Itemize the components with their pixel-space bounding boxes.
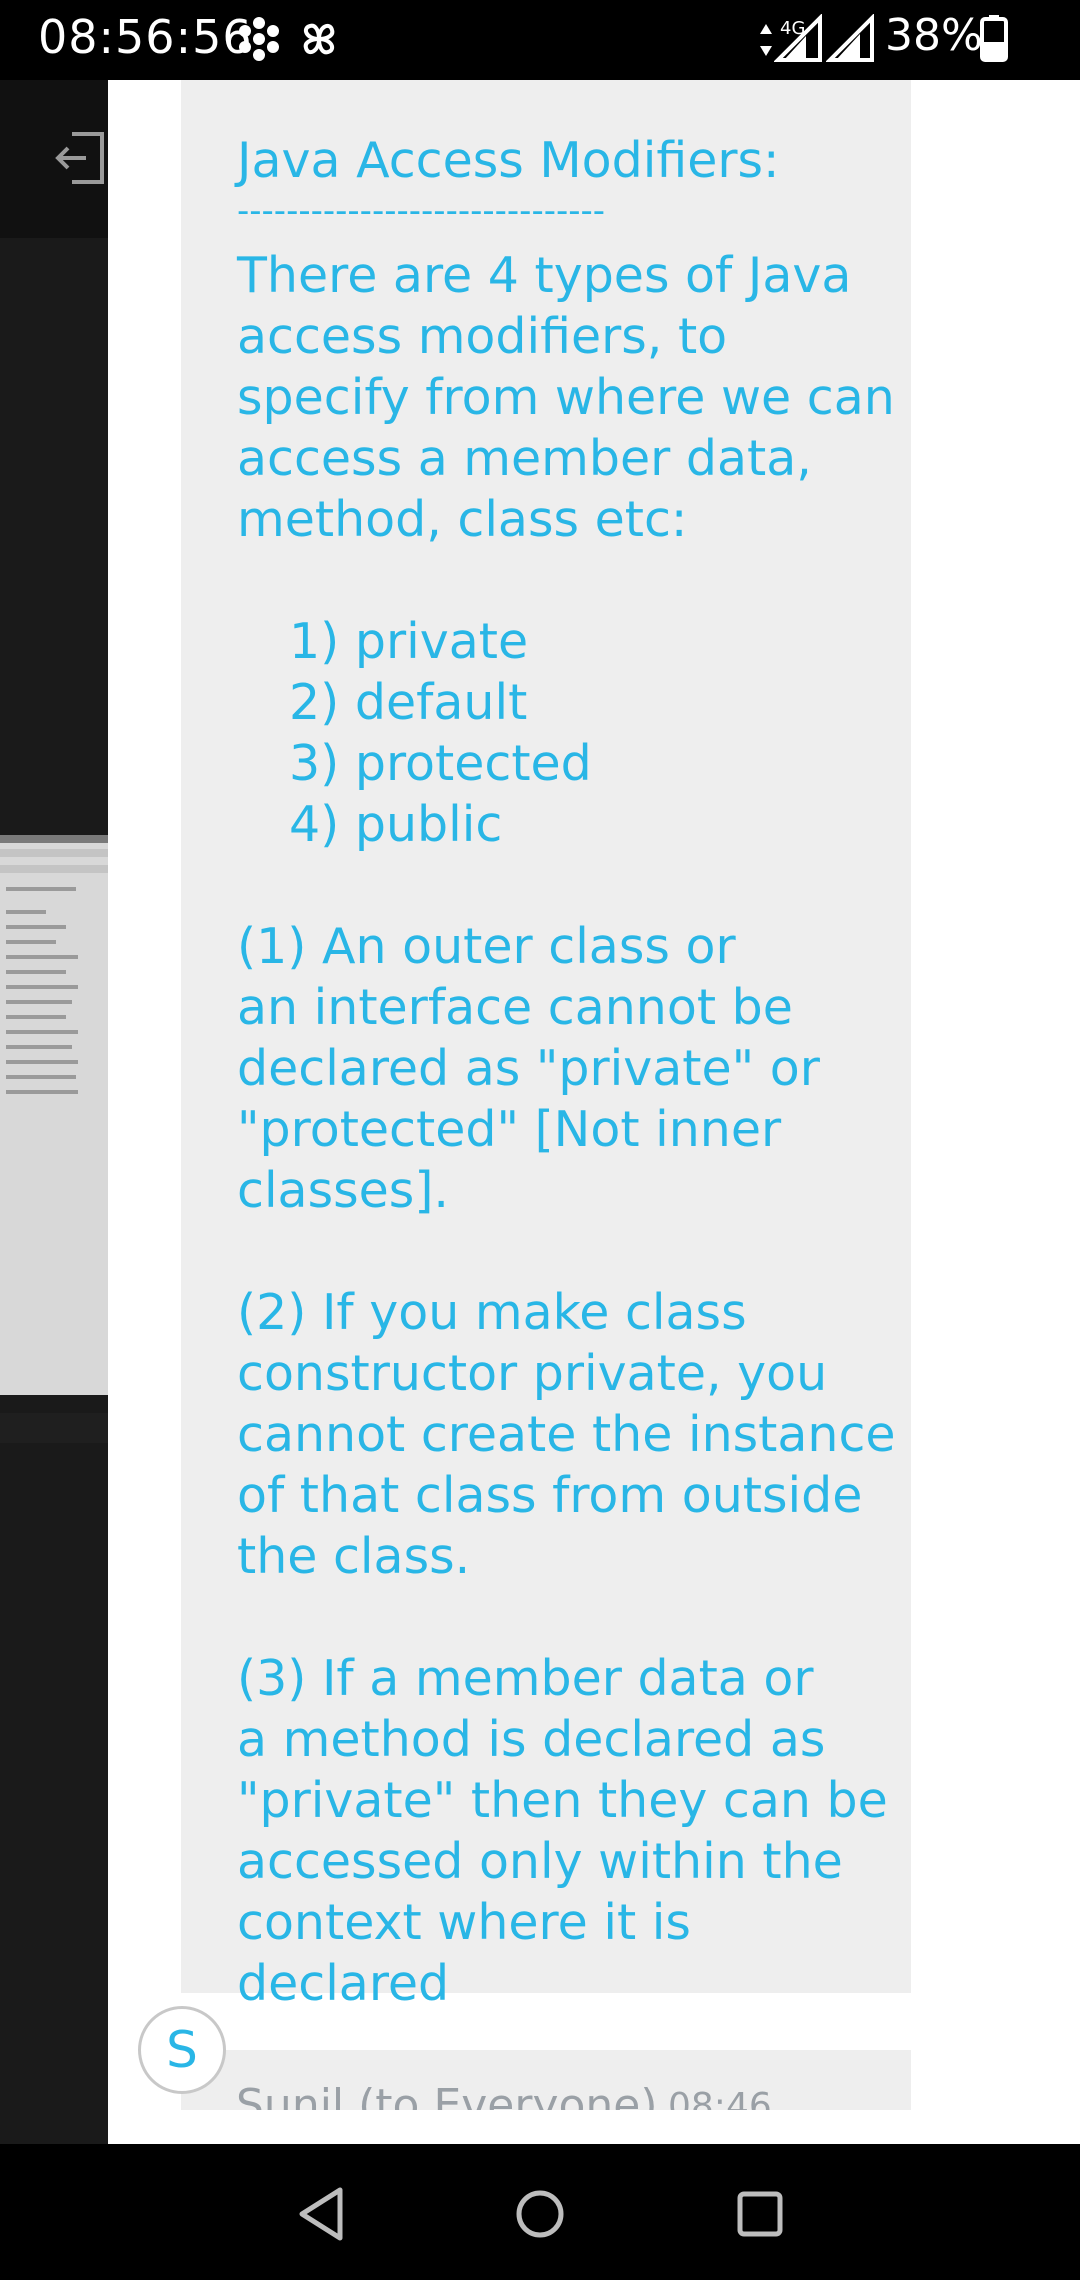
pinwheel-icon bbox=[303, 23, 335, 55]
battery-percentage: 38% bbox=[885, 10, 983, 61]
message-point-2: (2) If you make class constructor privat… bbox=[237, 1284, 896, 1585]
message-point-1: (1) An outer class or an interface canno… bbox=[237, 918, 820, 1219]
navigation-bar bbox=[0, 2144, 1080, 2280]
snowflake-icon bbox=[239, 17, 279, 61]
status-bar: 08:56:56 4G 38% bbox=[0, 0, 1080, 80]
battery-icon bbox=[980, 15, 1008, 62]
exit-icon[interactable] bbox=[54, 130, 106, 186]
list-item: 2) default bbox=[289, 674, 528, 731]
back-icon[interactable] bbox=[282, 2174, 362, 2254]
screen-share-thumbnail bbox=[0, 835, 108, 1395]
signal-4g-icon: 4G bbox=[774, 14, 822, 62]
next-message-time: 08:46 bbox=[668, 2086, 772, 2110]
list-item: 4) public bbox=[289, 796, 503, 853]
avatar[interactable]: S bbox=[138, 2006, 226, 2094]
next-message-bubble[interactable]: Sunil (to Everyone) 08:46 bbox=[181, 2050, 911, 2110]
message-intro: There are 4 types of Java access modifie… bbox=[237, 247, 895, 548]
recents-icon[interactable] bbox=[720, 2174, 800, 2254]
message-separator: ------------------------------ bbox=[237, 191, 606, 231]
signal-icon bbox=[826, 14, 874, 62]
home-icon[interactable] bbox=[500, 2174, 580, 2254]
message-point-3: (3) If a member data or a method is decl… bbox=[237, 1650, 888, 2012]
list-item: 3) protected bbox=[289, 735, 592, 792]
svg-text:4G: 4G bbox=[780, 18, 805, 39]
message-text: Java Access Modifiers: -----------------… bbox=[237, 130, 897, 2014]
message-title: Java Access Modifiers: bbox=[237, 132, 780, 189]
list-item: 1) private bbox=[289, 613, 529, 670]
next-message-sender: Sunil (to Everyone) bbox=[236, 2080, 658, 2110]
background-taskbar bbox=[0, 1413, 108, 1443]
status-time: 08:56:56 bbox=[38, 10, 253, 64]
data-arrows-icon bbox=[760, 24, 772, 56]
